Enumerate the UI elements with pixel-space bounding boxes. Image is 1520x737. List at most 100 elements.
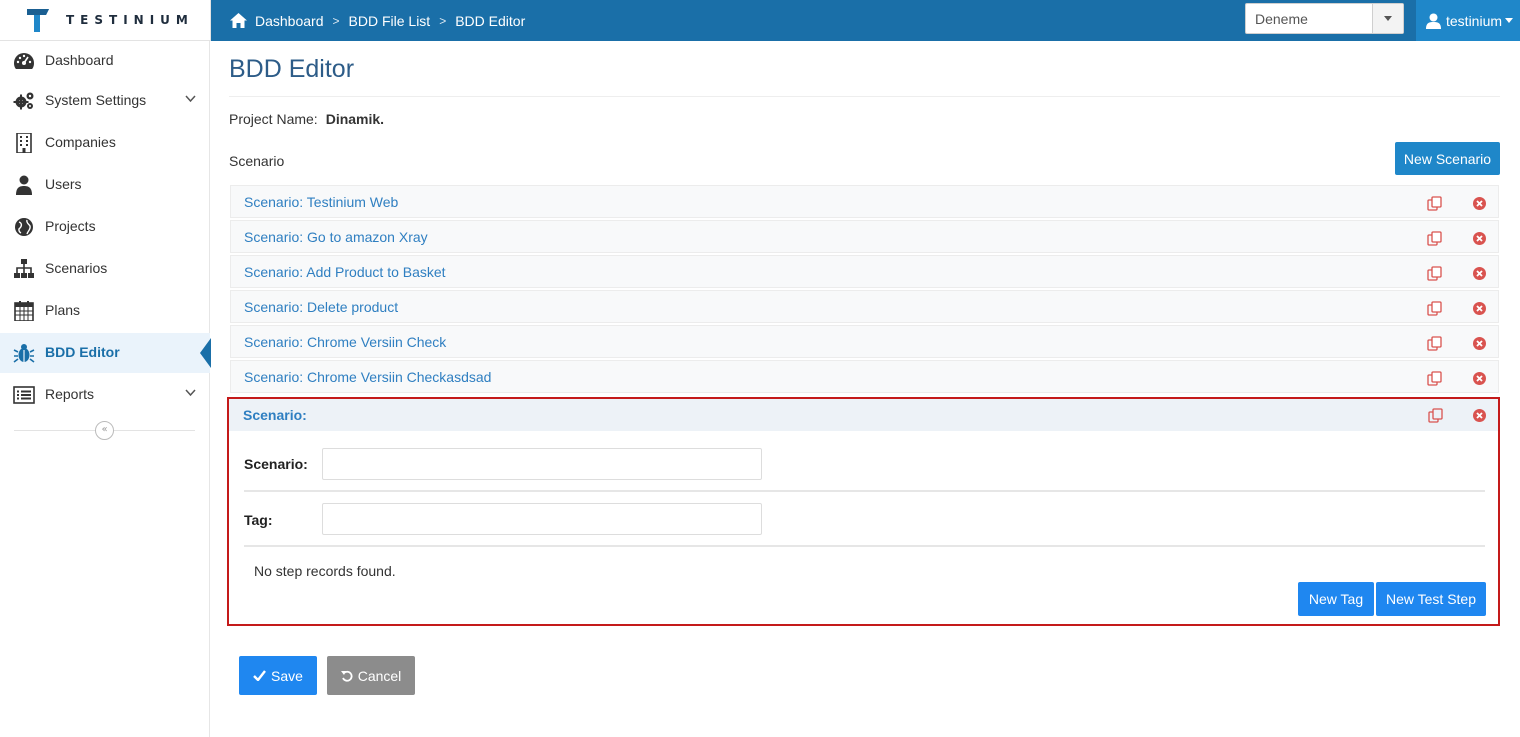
page-title: BDD Editor: [229, 55, 355, 83]
project-name-label: Project Name:: [229, 111, 318, 127]
breadcrumb-separator-icon: >: [332, 13, 340, 28]
project-select[interactable]: Deneme: [1245, 3, 1404, 34]
scenario-row-title[interactable]: Scenario: Chrome Versiin Check: [244, 334, 446, 350]
scenario-edit-title[interactable]: Scenario:: [243, 407, 307, 423]
sidebar-collapse-icon[interactable]: «: [95, 421, 114, 440]
breadcrumb-dashboard[interactable]: Dashboard: [255, 13, 324, 29]
scenario-row[interactable]: Scenario: Go to amazon Xray: [230, 220, 1499, 253]
chevron-down-icon[interactable]: [1372, 4, 1403, 33]
field-divider: [244, 545, 1485, 547]
sidebar-item-label: BDD Editor: [45, 344, 120, 360]
project-name-line: Project Name: Dinamik.: [229, 111, 384, 127]
scenario-row-title[interactable]: Scenario: Testinium Web: [244, 194, 398, 210]
list-icon: [13, 386, 35, 404]
user-menu[interactable]: testinium: [1416, 0, 1520, 41]
project-name-value: Dinamik.: [325, 111, 385, 127]
cancel-button[interactable]: Cancel: [327, 656, 415, 695]
tag-field-label: Tag:: [244, 512, 273, 528]
sidebar: Dashboard System Settings Companies User…: [0, 41, 211, 737]
cancel-button-label: Cancel: [357, 667, 402, 684]
scenario-row-title[interactable]: Scenario: Delete product: [244, 299, 398, 315]
copy-icon[interactable]: [1428, 408, 1443, 423]
sidebar-item-label: Reports: [45, 386, 95, 402]
delete-icon[interactable]: [1473, 302, 1486, 315]
undo-icon: [340, 670, 353, 682]
building-icon: [16, 133, 32, 153]
copy-icon[interactable]: [1427, 301, 1442, 316]
new-test-step-button[interactable]: New Test Step: [1376, 582, 1486, 616]
sidebar-item-dashboard[interactable]: Dashboard: [0, 41, 210, 81]
sidebar-item-label: Scenarios: [45, 260, 108, 276]
brand-logo[interactable]: TESTINIUM: [0, 0, 211, 41]
sitemap-icon: [14, 259, 34, 278]
check-icon: [253, 670, 266, 681]
sidebar-item-reports[interactable]: Reports: [0, 375, 210, 415]
sidebar-item-bdd-editor[interactable]: BDD Editor: [0, 333, 211, 373]
chevron-down-icon: [185, 389, 196, 397]
scenario-edit-header[interactable]: Scenario:: [229, 399, 1498, 431]
gears-icon: [13, 92, 34, 110]
copy-icon[interactable]: [1427, 371, 1442, 386]
sidebar-item-system-settings[interactable]: System Settings: [0, 81, 210, 121]
delete-icon[interactable]: [1473, 197, 1486, 210]
new-scenario-button[interactable]: New Scenario: [1395, 142, 1500, 175]
home-icon[interactable]: [230, 13, 247, 28]
new-tag-button[interactable]: New Tag: [1298, 582, 1374, 616]
sidebar-item-label: Companies: [45, 134, 116, 150]
sidebar-item-scenarios[interactable]: Scenarios: [0, 249, 210, 289]
bug-icon: [13, 344, 35, 363]
scenario-row-title[interactable]: Scenario: Go to amazon Xray: [244, 229, 428, 245]
breadcrumb-bdd-editor: BDD Editor: [455, 12, 526, 29]
scenario-row[interactable]: Scenario: Delete product: [230, 290, 1499, 323]
scenario-name-input[interactable]: [322, 448, 762, 480]
scenario-field-label: Scenario:: [244, 456, 308, 472]
brand-name: TESTINIUM: [66, 13, 194, 27]
caret-down-icon: [1505, 18, 1514, 23]
sidebar-item-label: System Settings: [45, 92, 147, 108]
sidebar-item-label: Plans: [45, 302, 81, 318]
copy-icon[interactable]: [1427, 231, 1442, 246]
save-button[interactable]: Save: [239, 656, 317, 695]
save-button-label: Save: [271, 667, 303, 684]
user-icon: [16, 175, 32, 195]
testinium-logo-icon: [27, 9, 49, 32]
empty-steps-message: No step records found.: [254, 563, 396, 579]
dashboard-icon: [14, 53, 34, 69]
title-divider: [229, 96, 1500, 97]
delete-icon[interactable]: [1473, 409, 1486, 422]
sidebar-item-label: Dashboard: [45, 52, 114, 68]
sidebar-item-companies[interactable]: Companies: [0, 123, 210, 163]
sidebar-item-projects[interactable]: Projects: [0, 207, 210, 247]
user-name: testinium: [1446, 12, 1503, 29]
sidebar-item-plans[interactable]: Plans: [0, 291, 210, 331]
scenario-row-title[interactable]: Scenario: Add Product to Basket: [244, 264, 446, 280]
breadcrumb-separator-icon: >: [439, 13, 447, 28]
scenario-row[interactable]: Scenario: Chrome Versiin Check: [230, 325, 1499, 358]
chevron-down-icon: [185, 95, 196, 103]
breadcrumb-bdd-file-list[interactable]: BDD File List: [349, 13, 431, 29]
globe-icon: [15, 218, 33, 236]
delete-icon[interactable]: [1473, 232, 1486, 245]
copy-icon[interactable]: [1427, 336, 1442, 351]
scenario-edit-panel: Scenario: Scenario: Tag: No step records…: [227, 397, 1500, 626]
scenario-section-label: Scenario: [229, 153, 285, 169]
breadcrumb: Dashboard > BDD File List > BDD Editor: [230, 0, 525, 41]
calendar-icon: [14, 301, 34, 321]
delete-icon[interactable]: [1473, 372, 1486, 385]
scenario-row[interactable]: Scenario: Testinium Web: [230, 185, 1499, 218]
delete-icon[interactable]: [1473, 267, 1486, 280]
tag-input[interactable]: [322, 503, 762, 535]
scenario-row[interactable]: Scenario: Chrome Versiin Checkasdsad: [230, 360, 1499, 393]
copy-icon[interactable]: [1427, 266, 1442, 281]
field-divider: [244, 490, 1485, 492]
scenario-row[interactable]: Scenario: Add Product to Basket: [230, 255, 1499, 288]
copy-icon[interactable]: [1427, 196, 1442, 211]
user-icon: [1426, 13, 1441, 29]
scenario-row-title[interactable]: Scenario: Chrome Versiin Checkasdsad: [244, 369, 491, 385]
top-navbar: TESTINIUM Dashboard > BDD File List > BD…: [0, 0, 1520, 41]
delete-icon[interactable]: [1473, 337, 1486, 350]
active-indicator: [200, 338, 211, 368]
project-select-value: Deneme: [1255, 11, 1308, 27]
sidebar-item-label: Projects: [45, 218, 96, 234]
sidebar-item-users[interactable]: Users: [0, 165, 210, 205]
